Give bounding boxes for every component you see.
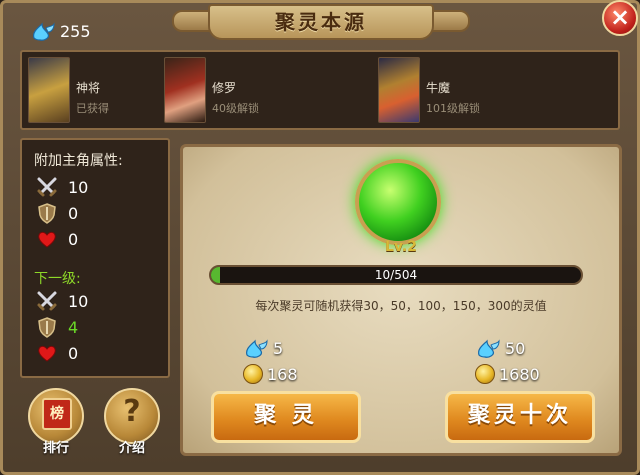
crossed-swords-icon (37, 177, 57, 197)
gold-coin-icon (243, 364, 263, 384)
character-card-general[interactable]: 神将 已获得 (28, 57, 109, 123)
attack-row: 10 (36, 176, 88, 198)
next-attack-row: 10 (36, 290, 88, 312)
character-card-bull-demon[interactable]: 牛魔 101级解锁 (378, 57, 480, 123)
attribute-title: 附加主角属性: (34, 153, 123, 169)
next-attack-value: 10 (68, 291, 89, 311)
character-status: 40级解锁 (212, 102, 259, 115)
next-defense-value: 4 (68, 317, 79, 337)
progress-bar: 10/504 (209, 265, 583, 285)
next-defense-row: 4 (36, 316, 78, 338)
gather-ten-button[interactable]: 聚灵十次 (445, 391, 595, 443)
title-banner-left-wing (172, 10, 212, 32)
shield-icon (38, 317, 56, 338)
gather-description: 每次聚灵可随机获得30，50，100，150，300的灵值 (255, 299, 547, 313)
close-button[interactable]: × (602, 0, 638, 36)
gather-once-cost: 5 168 (243, 337, 298, 389)
gather-once-button[interactable]: 聚 灵 (211, 391, 361, 443)
shield-icon (38, 203, 56, 224)
spirit-orb-icon (355, 159, 441, 245)
help-label: 介绍 (118, 441, 145, 456)
next-hp-value: 0 (68, 343, 79, 363)
title-banner-right-wing (430, 10, 470, 32)
heart-icon (38, 345, 56, 362)
general-portrait-icon (28, 57, 70, 123)
character-name: 修罗 (212, 81, 237, 95)
question-mark-icon: ? (123, 394, 141, 429)
spirit-drop-icon (246, 339, 268, 358)
asura-portrait-icon (164, 57, 206, 123)
character-status: 已获得 (76, 102, 109, 115)
defense-value: 0 (68, 203, 79, 223)
heart-icon (38, 231, 56, 248)
character-strip: 神将 已获得 修罗 40级解锁 牛魔 101级解锁 (20, 50, 620, 130)
spirit-counter: 255 (30, 20, 91, 42)
window-title: 聚灵本源 (208, 4, 434, 40)
crossed-swords-icon (37, 291, 57, 311)
character-name: 牛魔 (426, 81, 451, 95)
gold-coin-icon (475, 364, 495, 384)
next-level-title: 下一级: (34, 271, 81, 287)
gather-panel: Lv.2 10/504 每次聚灵可随机获得30，50，100，150，300的灵… (180, 144, 622, 456)
progress-text: 10/504 (374, 268, 418, 282)
ranking-button[interactable]: 榜 (28, 388, 84, 444)
hp-row: 0 (36, 228, 78, 250)
attack-value: 10 (68, 177, 89, 197)
ranking-badge-icon: 榜 (42, 398, 72, 430)
character-card-asura[interactable]: 修罗 40级解锁 (164, 57, 259, 123)
spirit-total: 255 (60, 21, 91, 41)
character-name: 神将 (76, 81, 101, 95)
close-icon: × (609, 3, 631, 31)
attribute-panel: 附加主角属性: 10 0 0 下一级: 10 4 0 (20, 138, 170, 378)
orb-level: Lv.2 (385, 239, 417, 255)
character-status: 101级解锁 (426, 102, 480, 115)
bull-demon-portrait-icon (378, 57, 420, 123)
spirit-cost-value: 50 (505, 338, 526, 358)
defense-row: 0 (36, 202, 78, 224)
spirit-drop-icon (478, 339, 500, 358)
next-hp-row: 0 (36, 342, 78, 364)
gold-cost-value: 1680 (499, 364, 540, 384)
gather-ten-cost: 50 1680 (475, 337, 540, 389)
spirit-cost-value: 5 (273, 338, 284, 358)
hp-value: 0 (68, 229, 79, 249)
help-button[interactable]: ? (104, 388, 160, 444)
ranking-label: 排行 (42, 441, 69, 456)
spirit-drop-icon (33, 22, 55, 41)
gold-cost-value: 168 (267, 364, 298, 384)
